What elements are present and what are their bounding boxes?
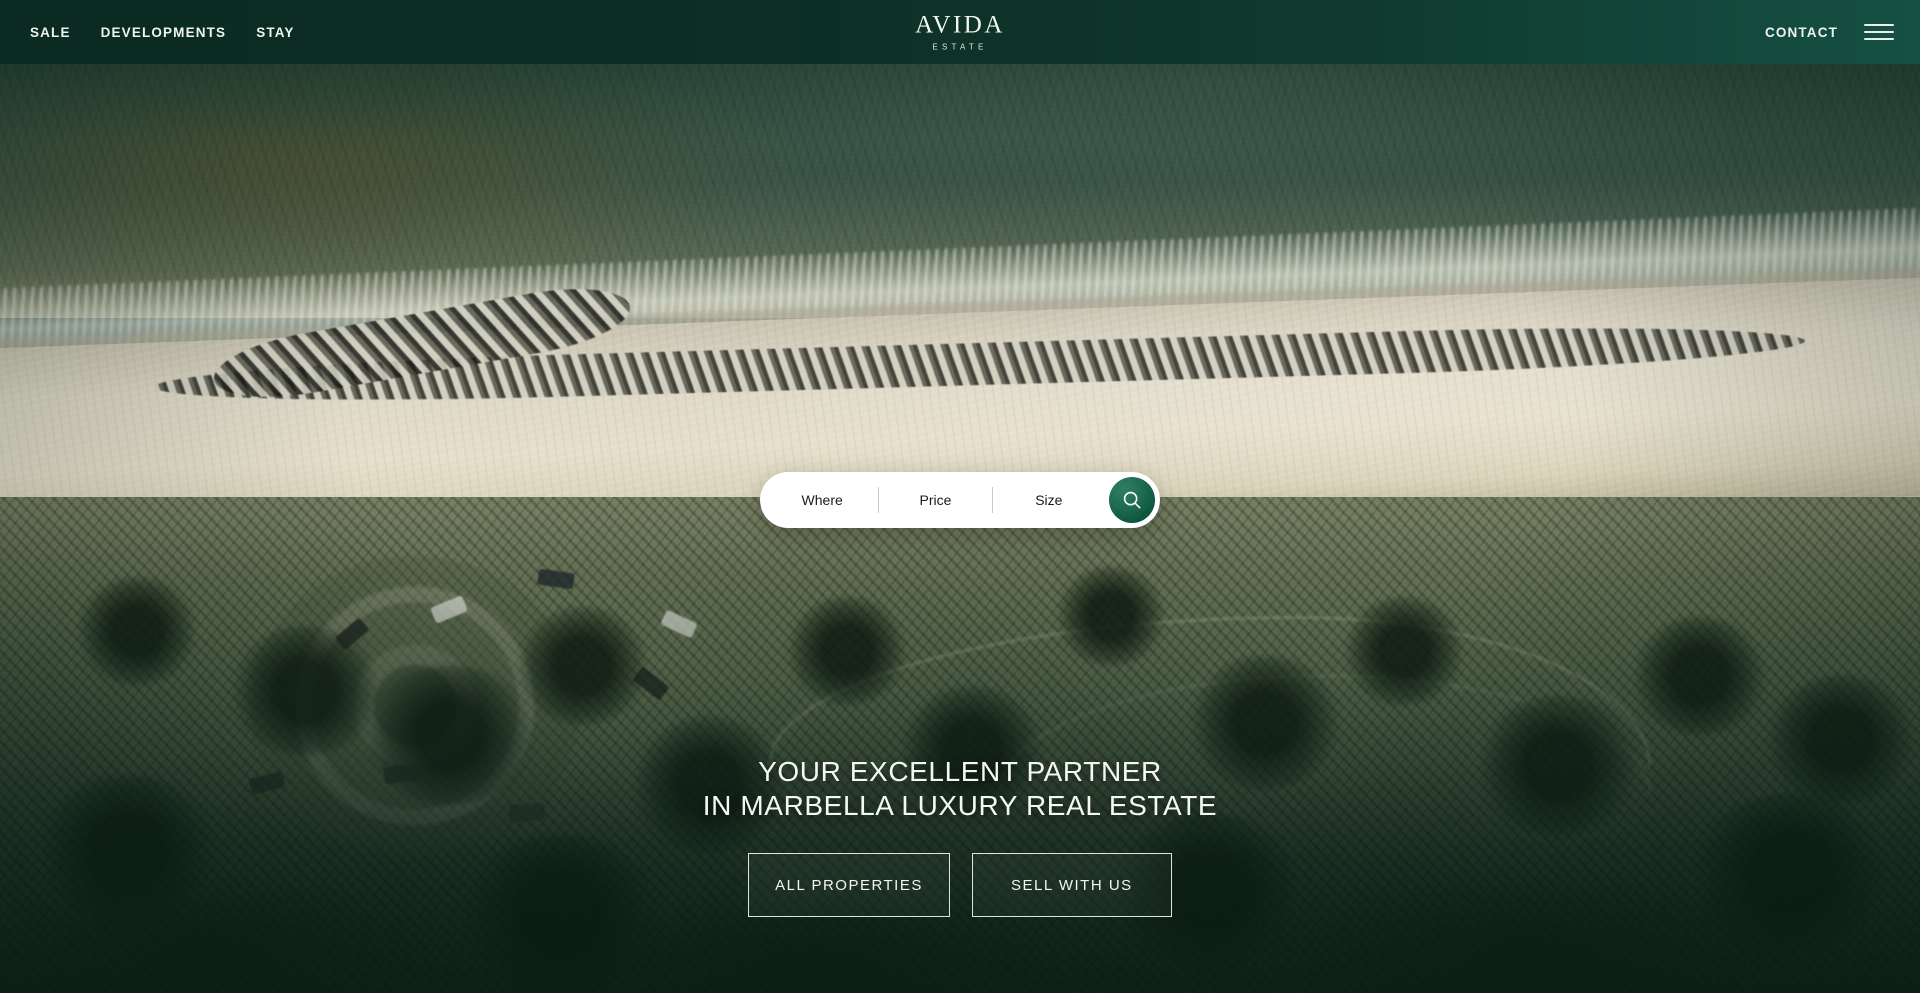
search-submit-button[interactable] (1108, 477, 1155, 523)
site-logo[interactable]: AVIDA ESTATE (915, 13, 1005, 52)
search-field-price[interactable]: Price (879, 492, 991, 508)
hero-headline-line-2: IN MARBELLA LUXURY REAL ESTATE (702, 790, 1218, 821)
site-header: SALE DEVELOPMENTS STAY AVIDA ESTATE CONT… (0, 0, 1920, 64)
cta-all-properties[interactable]: ALL PROPERTIES (748, 853, 950, 917)
search-field-size[interactable]: Size (993, 492, 1105, 508)
logo-tagline: ESTATE (932, 42, 988, 52)
hamburger-line-2 (1864, 31, 1894, 33)
cta-sell-with-us[interactable]: SELL WITH US (971, 853, 1172, 917)
search-field-where[interactable]: Where (766, 492, 878, 508)
hero-cta-row: ALL PROPERTIES SELL WITH US (580, 853, 1340, 917)
logo-wordmark: AVIDA (915, 11, 1005, 39)
property-search-bar: Where Price Size (760, 472, 1160, 528)
hero-copy-block: YOUR EXCELLENT PARTNER IN MARBELLA LUXUR… (580, 755, 1340, 917)
secondary-navigation: CONTACT (1765, 22, 1920, 42)
nav-link-stay[interactable]: STAY (256, 25, 294, 40)
hero-section: SALE DEVELOPMENTS STAY AVIDA ESTATE CONT… (0, 0, 1920, 993)
nav-link-contact[interactable]: CONTACT (1765, 25, 1838, 40)
search-icon (1123, 491, 1141, 509)
nav-link-developments[interactable]: DEVELOPMENTS (101, 25, 227, 40)
hamburger-line-3 (1864, 38, 1894, 40)
hero-headline-line-1: YOUR EXCELLENT PARTNER (758, 756, 1162, 787)
hamburger-menu-icon[interactable] (1864, 22, 1894, 42)
nav-link-sale[interactable]: SALE (30, 25, 71, 40)
primary-navigation: SALE DEVELOPMENTS STAY (0, 25, 295, 40)
hamburger-line-1 (1864, 24, 1894, 26)
